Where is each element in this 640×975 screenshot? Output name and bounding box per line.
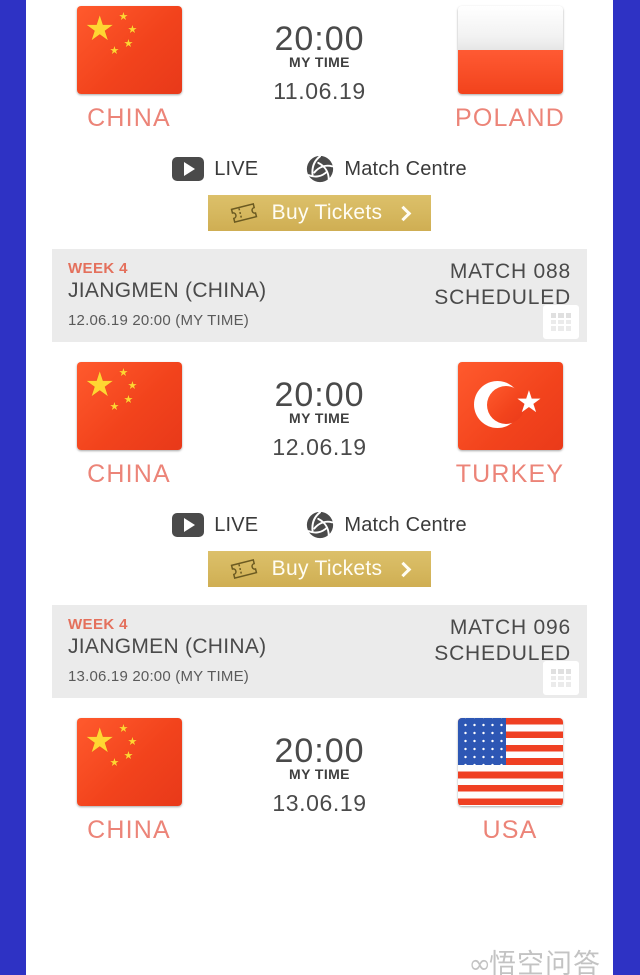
match-info-bar[interactable]: WEEK 4 JIANGMEN (CHINA) 13.06.19 20:00 (…: [52, 605, 587, 698]
away-team[interactable]: POLAND: [425, 6, 595, 133]
calendar-grid: [550, 669, 572, 687]
match-date: 13.06.19: [272, 790, 367, 816]
tickets-row: Buy Tickets: [26, 195, 613, 231]
match-card: ★ ★ ★ ★ ★ CHINA 20:00 MY TIME 11.06.19 P…: [26, 0, 613, 231]
time-zone-label: MY TIME: [289, 54, 350, 70]
flag-star: ★: [109, 401, 120, 413]
away-team[interactable]: USA: [425, 718, 595, 845]
away-team-name: USA: [482, 816, 538, 844]
away-team-name: TURKEY: [455, 460, 565, 488]
time-zone-label: MY TIME: [289, 410, 350, 426]
home-team-name: CHINA: [87, 816, 171, 844]
live-button[interactable]: LIVE: [172, 157, 258, 181]
flag-band-red: [457, 50, 563, 94]
flag-star: ★: [118, 367, 129, 379]
live-label: LIVE: [214, 513, 259, 536]
match-time-block: 20:00 MY TIME 13.06.19: [220, 718, 420, 817]
flag-star: ★: [123, 750, 134, 762]
match-meta: MATCH 096 SCHEDULED: [434, 616, 571, 666]
poland-flag: [457, 6, 563, 94]
flag-canton: [457, 718, 506, 765]
flag-star: ★: [123, 38, 134, 50]
home-team[interactable]: ★ ★ ★ ★ ★ CHINA: [44, 6, 214, 133]
china-flag: ★ ★ ★ ★ ★: [76, 718, 182, 806]
live-button[interactable]: LIVE: [172, 513, 258, 537]
flag-star: ★: [84, 10, 115, 48]
flag-star: ★: [127, 736, 138, 748]
turkey-flag: ★: [457, 362, 563, 450]
play-icon: [172, 157, 205, 181]
calendar-icon[interactable]: [543, 661, 579, 695]
match-date: 11.06.19: [273, 78, 366, 104]
match-centre-button[interactable]: Match Centre: [306, 155, 467, 183]
flag-star: ★: [118, 11, 129, 23]
usa-flag: [457, 718, 563, 806]
phone-screen: ★ ★ ★ ★ ★ CHINA 20:00 MY TIME 11.06.19 P…: [26, 0, 613, 975]
match-centre-button[interactable]: Match Centre: [306, 511, 467, 539]
buy-tickets-button[interactable]: Buy Tickets: [208, 195, 431, 231]
play-icon: [172, 513, 205, 537]
teams-row: ★ ★ ★ ★ ★ CHINA 20:00 MY TIME 12.06.19 ★…: [26, 356, 613, 489]
teams-row: ★ ★ ★ ★ ★ CHINA 20:00 MY TIME 13.06.19 U…: [26, 712, 613, 845]
home-team-name: CHINA: [87, 104, 171, 132]
match-date: 12.06.19: [272, 434, 367, 460]
flag-star: ★: [123, 394, 134, 406]
calendar-icon[interactable]: [543, 305, 579, 339]
volleyball-icon: [307, 511, 334, 539]
away-team-name: POLAND: [454, 104, 565, 132]
ticket-icon: [230, 559, 258, 579]
match-number: MATCH 088: [449, 260, 571, 283]
flag-star: ★: [109, 45, 120, 57]
teams-row: ★ ★ ★ ★ ★ CHINA 20:00 MY TIME 11.06.19 P…: [26, 0, 613, 133]
time-zone-label: MY TIME: [289, 766, 350, 782]
buy-tickets-label: Buy Tickets: [271, 201, 383, 224]
local-time-label: 13.06.19 20:00 (MY TIME): [68, 668, 250, 685]
buy-tickets-label: Buy Tickets: [271, 557, 383, 580]
home-team-name: CHINA: [87, 460, 171, 488]
match-meta: MATCH 088 SCHEDULED: [434, 260, 571, 310]
away-team[interactable]: ★ TURKEY: [425, 362, 595, 489]
buy-tickets-button[interactable]: Buy Tickets: [208, 551, 431, 587]
watermark-logo: ∞: [468, 949, 491, 975]
flag-star: ★: [118, 723, 129, 735]
china-flag: ★ ★ ★ ★ ★: [76, 362, 182, 450]
live-label: LIVE: [214, 157, 259, 180]
home-team[interactable]: ★ ★ ★ ★ ★ CHINA: [44, 718, 214, 845]
local-time-label: 12.06.19 20:00 (MY TIME): [68, 312, 250, 329]
match-centre-label: Match Centre: [344, 157, 467, 180]
match-time-block: 20:00 MY TIME 12.06.19: [220, 362, 420, 461]
match-centre-label: Match Centre: [344, 513, 467, 536]
watermark-text: 悟空问答: [489, 949, 601, 975]
flag-star: ★: [84, 722, 115, 760]
chevron-right-icon: [396, 561, 412, 577]
actions-row: LIVE Match Centre: [26, 155, 613, 183]
match-card: ★ ★ ★ ★ ★ CHINA 20:00 MY TIME 12.06.19 ★…: [26, 356, 613, 587]
match-time: 20:00: [274, 20, 365, 58]
crescent-icon: [473, 381, 525, 428]
flag-star: ★: [515, 386, 543, 419]
match-time: 20:00: [274, 732, 365, 770]
actions-row: LIVE Match Centre: [26, 511, 613, 539]
tickets-row: Buy Tickets: [26, 551, 613, 587]
flag-star: ★: [84, 366, 115, 404]
volleyball-icon: [307, 155, 334, 183]
match-time: 20:00: [274, 376, 365, 414]
flag-star: ★: [109, 757, 120, 769]
china-flag: ★ ★ ★ ★ ★: [76, 6, 182, 94]
match-info-bar[interactable]: WEEK 4 JIANGMEN (CHINA) 12.06.19 20:00 (…: [52, 249, 587, 342]
home-team[interactable]: ★ ★ ★ ★ ★ CHINA: [44, 362, 214, 489]
flag-star: ★: [127, 24, 138, 36]
match-number: MATCH 096: [449, 616, 571, 639]
calendar-grid: [550, 313, 572, 331]
match-card: ★ ★ ★ ★ ★ CHINA 20:00 MY TIME 13.06.19 U…: [26, 712, 613, 845]
watermark: ∞悟空问答: [469, 942, 602, 975]
match-time-block: 20:00 MY TIME 11.06.19: [220, 6, 420, 105]
flag-star: ★: [127, 380, 138, 392]
chevron-right-icon: [396, 205, 412, 221]
ticket-icon: [230, 203, 258, 223]
flag-band-white: [457, 6, 563, 50]
